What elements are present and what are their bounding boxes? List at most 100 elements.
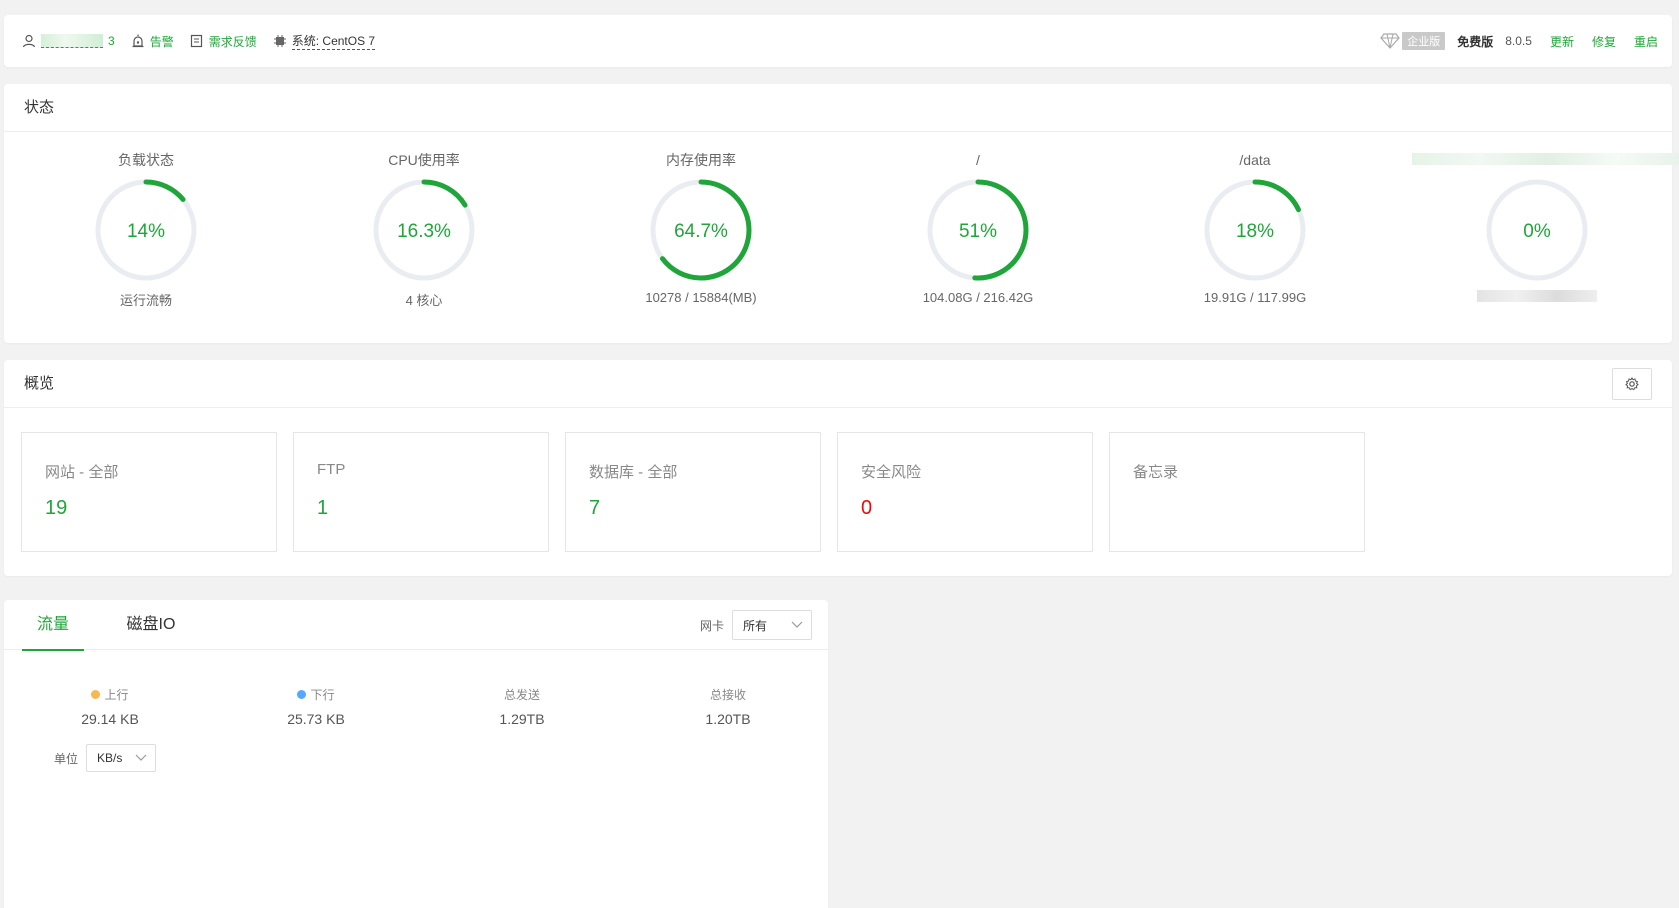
gauge-ring: 51% [927, 179, 1029, 281]
overview-card-memo[interactable]: 备忘录 [1109, 432, 1365, 552]
enterprise-badge[interactable]: 企业版 [1380, 32, 1446, 50]
gauge-ring: 64.7% [650, 179, 752, 281]
gauge-value: 18% [1236, 221, 1274, 242]
overview-card-sites[interactable]: 网站 - 全部 19 [21, 432, 277, 552]
gauge-ring: 0% [1486, 179, 1588, 281]
overview-card-security[interactable]: 安全风险 0 [837, 432, 1093, 552]
gauge-value: 0% [1523, 221, 1551, 242]
feedback-label: 需求反馈 [208, 34, 257, 49]
card-label: 网站 - 全部 [45, 464, 119, 481]
gauge-title: CPU使用率 [388, 152, 460, 168]
unit-selector: 单位 KB/s [54, 744, 157, 772]
tab-traffic[interactable]: 流量 [22, 600, 84, 651]
repair-link[interactable]: 修复 [1592, 33, 1616, 50]
free-edition-label: 免费版 [1457, 34, 1494, 49]
unit-select[interactable]: KB/s [86, 744, 157, 772]
gauge-title: 负载状态 [118, 152, 174, 168]
traffic-panel: 流量 磁盘IO 网卡 所有 上行 29.14 KB 下行 25.73 KB 总发… [4, 600, 828, 908]
blurred-title [1412, 153, 1679, 165]
gauge-load[interactable]: 负载状态 14% 运行流畅 [26, 150, 266, 309]
gauge-disk-root[interactable]: / 51% 104.08G / 216.42G [858, 150, 1098, 305]
system-info[interactable]: 系统: CentOS 7 [273, 32, 376, 50]
nic-select-value: 所有 [743, 618, 768, 633]
gauge-cpu[interactable]: CPU使用率 16.3% 4 核心 [304, 150, 544, 309]
gauge-title: /data [1239, 152, 1271, 168]
alarm-icon [132, 34, 144, 48]
user-menu[interactable]: 3 [22, 34, 115, 48]
update-link[interactable]: 更新 [1550, 33, 1574, 50]
gauge-ring: 18% [1204, 179, 1306, 281]
chip-icon [273, 35, 286, 47]
chevron-down-icon [135, 754, 147, 761]
traffic-tabs: 流量 磁盘IO 网卡 所有 [4, 600, 828, 651]
overview-card-ftp[interactable]: FTP 1 [293, 432, 549, 552]
gauge-value: 64.7% [674, 221, 728, 242]
card-value[interactable]: 0 [861, 497, 872, 520]
card-label: FTP [317, 461, 346, 478]
stat-value: 1.29TB [499, 711, 545, 727]
gauge-ring: 16.3% [373, 179, 475, 281]
alert-button[interactable]: 告警 [131, 33, 174, 50]
stat-value: 25.73 KB [287, 711, 345, 727]
stat-label: 上行 [104, 688, 129, 702]
gauge-title: 内存使用率 [666, 152, 736, 168]
gear-icon [1625, 377, 1639, 391]
card-label: 数据库 - 全部 [589, 464, 678, 481]
gauge-value: 51% [959, 221, 997, 242]
unit-select-value: KB/s [97, 751, 123, 765]
gauges-row: 负载状态 14% 运行流畅 CPU使用率 16.3% 4 核心 内存使用率 64… [4, 132, 1679, 343]
download-dot [297, 690, 307, 699]
blurred-subtitle [1477, 290, 1597, 302]
card-label: 安全风险 [861, 464, 922, 481]
version-label: 8.0.5 [1505, 34, 1532, 48]
status-panel: 状态 负载状态 14% 运行流畅 CPU使用率 16.3% 4 核心 内存使用率 [4, 84, 1679, 343]
status-title: 状态 [4, 84, 1672, 132]
card-label: 备忘录 [1133, 464, 1179, 481]
gauge-subtitle: 104.08G / 216.42G [922, 290, 1034, 305]
feedback-button[interactable]: 需求反馈 [190, 33, 257, 50]
nic-selector: 网卡 所有 [700, 610, 812, 640]
gauge-subtitle [1412, 290, 1662, 305]
top-bar: 3 告警 需求反馈 系统: CentOS 7 企业版 免费版 8.0.5 更新 … [4, 15, 1672, 67]
card-value[interactable]: 7 [589, 497, 600, 520]
nic-select[interactable]: 所有 [732, 610, 812, 640]
gauge-memory[interactable]: 内存使用率 64.7% 10278 / 15884(MB) [581, 150, 821, 305]
gauge-subtitle: 4 核心 [405, 293, 443, 308]
stat-value: 1.20TB [705, 711, 751, 727]
overview-card-databases[interactable]: 数据库 - 全部 7 [565, 432, 821, 552]
overview-settings-button[interactable] [1612, 368, 1652, 400]
tab-disk-io[interactable]: 磁盘IO [116, 600, 186, 650]
enterprise-tag: 企业版 [1402, 32, 1446, 50]
gauge-ring: 14% [95, 179, 197, 281]
gauge-subtitle: 19.91G / 117.99G [1203, 290, 1307, 305]
gauge-title: / [976, 152, 980, 168]
stat-value: 29.14 KB [81, 711, 139, 727]
diamond-icon [1380, 33, 1401, 49]
stat-download: 下行 25.73 KB [226, 686, 406, 727]
card-value[interactable]: 19 [45, 497, 67, 520]
user-name[interactable] [41, 34, 103, 48]
stat-total-sent: 总发送 1.29TB [432, 686, 612, 727]
card-value[interactable]: 1 [317, 497, 328, 520]
restart-link[interactable]: 重启 [1634, 33, 1658, 50]
user-name-suffix: 3 [108, 34, 115, 48]
gauge-subtitle: 运行流畅 [119, 293, 172, 308]
nic-label: 网卡 [699, 618, 724, 633]
gauge-value: 16.3% [397, 221, 451, 242]
gauge-disk-data[interactable]: /data 18% 19.91G / 117.99G [1135, 150, 1375, 305]
stat-total-received: 总接收 1.20TB [638, 686, 818, 727]
unit-label: 单位 [54, 751, 79, 766]
gauge-title [1412, 150, 1679, 170]
system-value: CentOS 7 [322, 34, 376, 48]
edit-icon [190, 34, 202, 48]
stat-upload: 上行 29.14 KB [20, 686, 200, 727]
system-name: 系统: CentOS 7 [291, 32, 376, 50]
overview-title: 概览 [4, 360, 1672, 408]
stat-label: 下行 [310, 688, 335, 702]
gauge-subtitle: 10278 / 15884(MB) [645, 290, 757, 305]
upload-dot [91, 690, 101, 699]
alert-label: 告警 [149, 34, 174, 49]
gauge-disk-other[interactable]: 0% [1412, 150, 1679, 305]
overview-panel: 概览 网站 - 全部 19 FTP 1 数据库 - 全部 7 安全风险 0 备忘… [4, 360, 1672, 576]
chevron-down-icon [791, 621, 803, 628]
